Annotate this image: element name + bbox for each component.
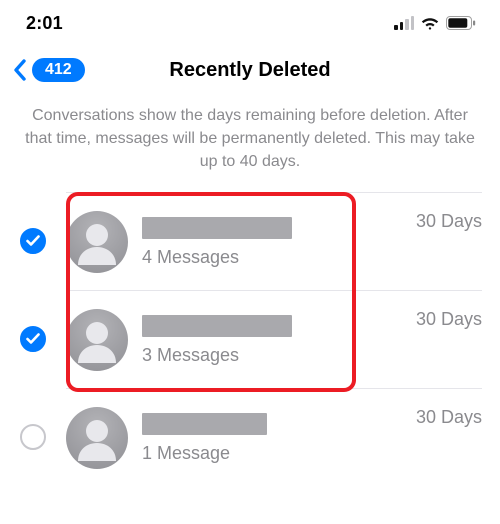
status-indicators [394, 16, 476, 30]
row-text: 3 Messages [142, 315, 402, 366]
list-item[interactable]: 4 Messages 30 Days [0, 192, 500, 290]
wifi-icon [420, 16, 440, 30]
days-remaining: 30 Days [416, 293, 482, 330]
conversation-list: 4 Messages30 Days3 Messages30 Days1 Mess… [0, 192, 500, 486]
back-count-badge: 412 [32, 58, 85, 82]
avatar [66, 211, 128, 273]
back-button[interactable]: 412 [12, 58, 85, 82]
message-count: 4 Messages [142, 247, 402, 268]
list-item[interactable]: 3 Messages 30 Days [0, 290, 500, 388]
selection-checkbox[interactable] [0, 228, 66, 254]
unchecked-circle-icon [20, 424, 46, 450]
status-time: 2:01 [26, 13, 63, 34]
days-remaining: 30 Days [416, 391, 482, 428]
list-item[interactable]: 1 Message 30 Days [0, 388, 500, 486]
cellular-icon [394, 16, 414, 30]
avatar [66, 309, 128, 371]
row-text: 1 Message [142, 413, 402, 464]
avatar [66, 407, 128, 469]
row-text: 4 Messages [142, 217, 402, 268]
row-body: 3 Messages 30 Days [66, 290, 482, 388]
days-remaining: 30 Days [416, 195, 482, 232]
chevron-left-icon [12, 58, 28, 82]
selection-checkbox[interactable] [0, 326, 66, 352]
contact-name-redacted [142, 217, 292, 239]
contact-name-redacted [142, 413, 267, 435]
checkmark-icon [20, 228, 46, 254]
battery-icon [446, 16, 476, 30]
selection-checkbox[interactable] [0, 424, 66, 450]
checkmark-icon [20, 326, 46, 352]
explainer-text: Conversations show the days remaining be… [0, 94, 500, 192]
row-body: 4 Messages 30 Days [66, 192, 482, 290]
message-count: 1 Message [142, 443, 402, 464]
contact-name-redacted [142, 315, 292, 337]
status-bar: 2:01 [0, 0, 500, 46]
message-count: 3 Messages [142, 345, 402, 366]
nav-bar: 412 Recently Deleted [0, 46, 500, 94]
row-body: 1 Message 30 Days [66, 388, 482, 486]
